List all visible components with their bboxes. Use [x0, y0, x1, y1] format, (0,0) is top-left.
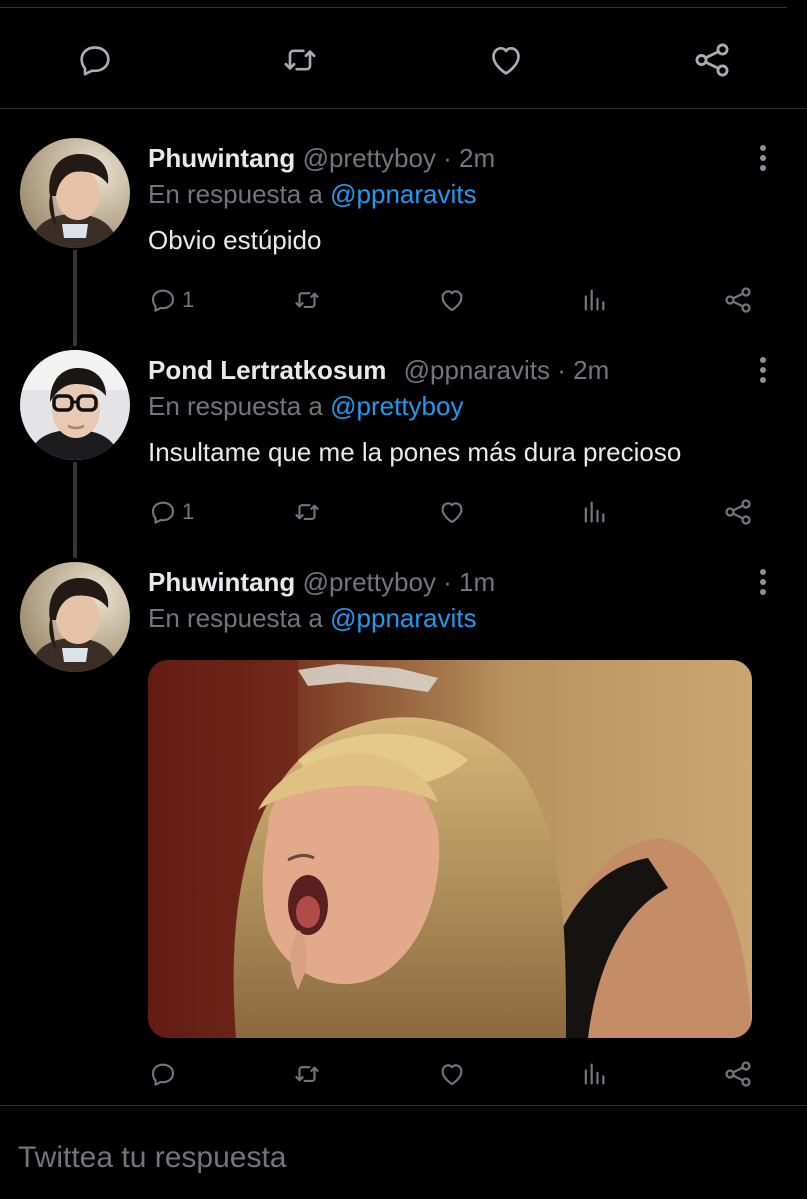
heart-icon — [441, 502, 463, 524]
reply-prefix: En respuesta a — [148, 391, 323, 421]
tweet-text: Insultame que me la pones más dura preci… — [148, 437, 682, 467]
tweet-thread-screen: Phuwintang @prettyboy · 2m En respuesta … — [0, 0, 807, 1199]
tweet-header: Phuwintang @prettyboy · 2m — [148, 142, 495, 174]
like-button[interactable] — [436, 492, 468, 532]
display-name[interactable]: Pond Lertratkosum — [148, 355, 386, 385]
display-name[interactable]: Phuwintang — [148, 143, 295, 173]
tweet-text: Obvio estúpido — [148, 225, 322, 255]
user-handle[interactable]: @prettyboy — [303, 143, 436, 173]
mention-link[interactable]: @ppnaravits — [330, 603, 476, 633]
tweet-header: Pond Lertratkosum @ppnaravits · 2m — [148, 354, 609, 386]
display-name[interactable]: Phuwintang — [148, 567, 295, 597]
heart-icon — [441, 290, 463, 312]
reply-count: 1 — [182, 499, 195, 524]
user-handle[interactable]: @ppnaravits — [404, 355, 550, 385]
reply-icon — [151, 501, 175, 524]
share-button[interactable] — [722, 492, 754, 532]
thread-connector — [73, 462, 77, 558]
retweet-button[interactable] — [290, 492, 324, 532]
retweet-button[interactable] — [290, 1054, 324, 1094]
timestamp[interactable]: 2m — [459, 143, 495, 173]
retweet-icon — [295, 1066, 319, 1082]
more-options-button[interactable] — [746, 350, 780, 390]
reply-button[interactable]: 1 — [148, 492, 194, 532]
analytics-icon — [584, 501, 605, 523]
thread-connector — [73, 250, 77, 346]
reply-icon — [151, 1063, 175, 1086]
tweet-actions: 1 — [148, 280, 768, 320]
reply-context: En respuesta a @prettyboy — [148, 390, 463, 422]
reply-button[interactable]: 1 — [148, 280, 194, 320]
like-button[interactable] — [476, 30, 536, 90]
analytics-button[interactable] — [580, 1054, 608, 1094]
retweet-icon — [284, 49, 316, 71]
media-gif[interactable] — [148, 660, 752, 1038]
heart-icon — [492, 47, 520, 75]
analytics-button[interactable] — [580, 492, 608, 532]
divider — [0, 1105, 807, 1106]
reply-count: 1 — [182, 287, 195, 312]
avatar[interactable] — [20, 138, 130, 248]
like-button[interactable] — [436, 280, 468, 320]
reply-prefix: En respuesta a — [148, 603, 323, 633]
reply-button[interactable] — [65, 30, 125, 90]
analytics-icon — [584, 289, 605, 311]
divider — [0, 108, 807, 109]
analytics-icon — [584, 1063, 605, 1085]
timestamp[interactable]: 2m — [573, 355, 609, 385]
separator: · — [443, 143, 452, 173]
reply-icon — [151, 289, 175, 312]
more-options-button[interactable] — [746, 562, 780, 602]
top-action-bar — [0, 30, 807, 92]
tweet-actions — [148, 1054, 768, 1094]
retweet-icon — [295, 504, 319, 520]
tweet-header: Phuwintang @prettyboy · 1m — [148, 566, 495, 598]
share-button[interactable] — [722, 1054, 754, 1094]
share-icon — [725, 1061, 751, 1087]
separator: · — [557, 355, 566, 385]
retweet-button[interactable] — [270, 30, 330, 90]
reply-context: En respuesta a @ppnaravits — [148, 602, 476, 634]
top-rule — [0, 7, 787, 8]
more-vertical-icon — [760, 357, 766, 383]
mention-link[interactable]: @prettyboy — [330, 391, 463, 421]
tweet-actions: 1 — [148, 492, 768, 532]
reply-context: En respuesta a @ppnaravits — [148, 178, 476, 210]
more-vertical-icon — [760, 569, 766, 595]
share-button[interactable] — [682, 30, 742, 90]
like-button[interactable] — [436, 1054, 468, 1094]
user-handle[interactable]: @prettyboy — [303, 567, 436, 597]
share-icon — [725, 499, 751, 525]
retweet-icon — [295, 292, 319, 308]
mention-link[interactable]: @ppnaravits — [330, 179, 476, 209]
separator: · — [443, 567, 452, 597]
share-icon — [695, 43, 729, 77]
reply-prefix: En respuesta a — [148, 179, 323, 209]
retweet-button[interactable] — [290, 280, 324, 320]
reply-composer-input[interactable]: Twittea tu respuesta — [18, 1130, 788, 1186]
more-vertical-icon — [760, 145, 766, 171]
avatar[interactable] — [20, 350, 130, 460]
analytics-button[interactable] — [580, 280, 608, 320]
reply-button[interactable] — [148, 1054, 182, 1094]
more-options-button[interactable] — [746, 138, 780, 178]
reply-icon — [80, 46, 110, 76]
timestamp[interactable]: 1m — [459, 567, 495, 597]
avatar[interactable] — [20, 562, 130, 672]
share-icon — [725, 287, 751, 313]
share-button[interactable] — [722, 280, 754, 320]
heart-icon — [441, 1064, 463, 1086]
